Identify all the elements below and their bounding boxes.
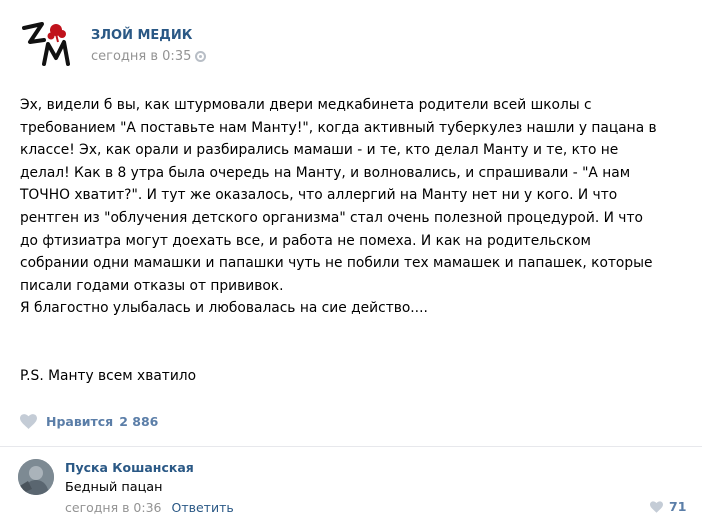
comment-time[interactable]: сегодня в 0:36 [65,500,162,515]
like-label[interactable]: Нравится [46,414,113,429]
post-ps-line: P.S. Манту всем хватило [20,368,197,384]
group-logo[interactable] [20,18,72,70]
post-text-line: Эх, видели б вы, как штурмовали двери ме… [20,97,592,113]
comment-like-count[interactable]: 71 [669,499,686,514]
heart-icon [650,500,663,513]
heart-icon [20,413,37,429]
post-text-line: делал! Как в 8 утра была очередь на Мант… [20,164,631,181]
avatar-image [18,459,54,495]
avatar[interactable] [18,459,54,495]
post-text-line: до фтизиатра могут доехать все, и работа… [20,232,591,249]
reply-button[interactable]: Ответить [171,500,233,515]
group-name-link[interactable]: ЗЛОЙ МЕДИК [91,28,192,43]
post-header: ЗЛОЙ МЕДИК сегодня в 0:35 [20,18,680,68]
post-text-line: требованием "А поставьте нам Манту!", ко… [20,119,657,136]
post-text-line: ТОЧНО хватит?". И тут же оказалось, что … [20,187,618,204]
like-count[interactable]: 2 886 [119,414,158,429]
post-time[interactable]: сегодня в 0:35 [91,49,207,64]
comment-text: Бедный пацан [65,480,163,495]
comments-divider [0,446,702,447]
post-body: Эх, видели б вы, как штурмовали двери ме… [20,94,685,320]
post-text-line: писали годами отказы от прививок. [20,277,284,294]
post-text-line: классе! Эх, как орали и разбирались мама… [20,142,619,159]
like-button[interactable]: Нравится 2 886 [20,410,158,432]
post-text-line: рентген из "облучения детского организма… [20,209,643,226]
comment-meta: сегодня в 0:36 Ответить [65,500,234,515]
comment-author-link[interactable]: Пуска Кошанская [65,460,194,475]
comment-like-button[interactable]: 71 [650,499,686,514]
post-text-line: собрании одни мамашки и папашки чуть не … [20,255,653,272]
settings-gear-icon[interactable] [195,51,207,62]
post-time-label[interactable]: сегодня в 0:35 [91,49,191,64]
post-text-line: Я благостно улыбалась и любовалась на си… [20,300,428,317]
